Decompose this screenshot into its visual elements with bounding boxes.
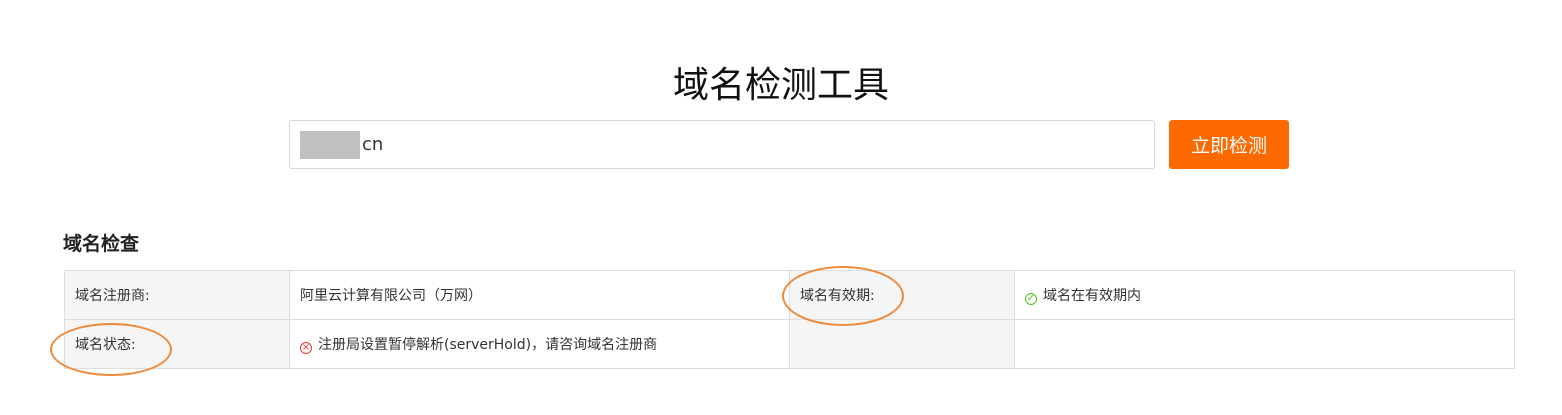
page-title: 域名检测工具 [672,65,889,106]
empty-value-cell [1014,319,1515,369]
section-title: 域名检查 [63,233,140,255]
validity-label: 域名有效期: [789,270,1015,320]
check-circle-icon: ✓ [1025,293,1037,305]
domain-check-table: 域名注册商: 阿里云计算有限公司（万网） 域名有效期: ✓ 域名在有效期内 域名状… [64,270,1515,369]
error-circle-icon: × [300,342,312,354]
check-now-button[interactable]: 立即检测 [1169,120,1289,169]
registrar-value: 阿里云计算有限公司（万网） [289,270,790,320]
empty-label-cell [789,319,1015,369]
table-row: 域名注册商: 阿里云计算有限公司（万网） 域名有效期: ✓ 域名在有效期内 [64,270,1515,320]
status-value-cell: × 注册局设置暂停解析(serverHold)，请咨询域名注册商 [289,319,790,369]
table-row: 域名状态: × 注册局设置暂停解析(serverHold)，请咨询域名注册商 [64,319,1515,369]
status-label: 域名状态: [64,319,290,369]
validity-value: 域名在有效期内 [1043,288,1141,304]
domain-search-input[interactable]: cn [289,120,1155,169]
registrar-label: 域名注册商: [64,270,290,320]
status-value: 注册局设置暂停解析(serverHold)，请咨询域名注册商 [318,337,658,353]
search-input-value: cn [362,134,384,155]
redacted-domain-block [300,131,360,159]
validity-value-cell: ✓ 域名在有效期内 [1014,270,1515,320]
